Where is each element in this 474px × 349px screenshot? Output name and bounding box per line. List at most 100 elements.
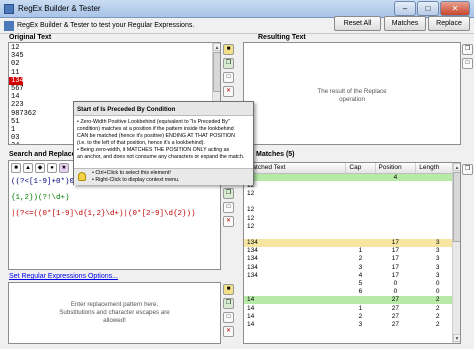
match-cell-pos: 4 xyxy=(375,173,416,182)
regex-element-tooltip: Start of Is Preceded By Condition • Zero… xyxy=(73,101,254,185)
regex-copy-icon[interactable]: ❐ xyxy=(223,188,234,199)
close-button[interactable]: ✕ xyxy=(440,1,470,16)
match-cell-text: 12 xyxy=(247,222,255,230)
tooltip-footer-line2: • Right-Click to display context menu. xyxy=(92,177,180,183)
resulting-placeholder: The result of the Replace operation xyxy=(244,88,460,104)
regex-line-2: {1,2})(?!\d+) xyxy=(11,194,70,202)
match-row[interactable]: 14 4 xyxy=(244,173,460,182)
match-cell-text xyxy=(244,230,346,238)
match-row[interactable]: 134 4 17 3 xyxy=(244,271,460,279)
replacement-open-icon[interactable]: ■ xyxy=(223,284,234,295)
match-row[interactable]: 14 27 2 xyxy=(244,295,460,304)
column-header-matched-text[interactable]: Matched Text xyxy=(244,163,347,174)
column-header-cap[interactable]: Cap xyxy=(345,163,376,174)
match-row[interactable]: 600 xyxy=(244,288,460,296)
resulting-text-area[interactable]: The result of the Replace operation xyxy=(243,42,461,145)
match-row[interactable]: 134 17 3 xyxy=(244,238,460,247)
match-row[interactable] xyxy=(244,230,460,238)
match-row[interactable]: 12 xyxy=(244,222,460,230)
copy-icon[interactable]: ❐ xyxy=(223,58,234,69)
matches-scrollbar[interactable]: ▲ ▼ xyxy=(452,163,460,343)
column-header-position[interactable]: Position xyxy=(375,163,417,174)
match-cell-pos: 17 xyxy=(391,247,400,255)
match-cell-text: 14 xyxy=(244,295,346,304)
scroll-up-arrow-icon[interactable]: ▲ xyxy=(213,43,220,51)
matches-table: Matched Text Cap Position Length 1441212… xyxy=(244,163,460,329)
match-cell-pos: 27 xyxy=(375,295,416,304)
match-cell-pos: 17 xyxy=(391,271,400,279)
match-cell-text: 134 xyxy=(247,255,258,263)
replacement-clear-icon[interactable]: ✕ xyxy=(223,326,234,337)
match-cell-text: 134 xyxy=(247,271,258,279)
match-cell-text: 14 xyxy=(247,312,255,320)
match-row[interactable]: 12 xyxy=(244,214,460,222)
matches-button-label: Matches xyxy=(391,20,419,27)
match-row[interactable]: 14 1 27 2 xyxy=(244,304,460,312)
regex-line-2-text: {1,2})(?!\d+) xyxy=(11,194,70,202)
clear-icon[interactable]: ✕ xyxy=(223,86,234,97)
match-cell-pos xyxy=(375,189,416,197)
tooltip-title: Start of Is Preceded By Condition xyxy=(74,102,253,116)
regex-tool-icon-3[interactable]: ◆ xyxy=(35,163,45,173)
match-cell-pos xyxy=(375,230,416,238)
regex-paste-icon[interactable]: □ xyxy=(223,202,234,213)
match-cell-cap: 6 xyxy=(358,288,363,296)
match-row[interactable]: 14 3 27 2 xyxy=(244,320,460,328)
match-cell-cap xyxy=(345,173,376,182)
resulting-placeholder-line1: The result of the Replace xyxy=(317,88,387,95)
match-row[interactable]: 134 3 17 3 xyxy=(244,263,460,271)
match-cell-pos: 17 xyxy=(391,255,400,263)
replacement-paste-icon[interactable]: □ xyxy=(223,312,234,323)
regex-clear-icon[interactable]: ✕ xyxy=(223,216,234,227)
minimize-button[interactable]: – xyxy=(394,1,416,16)
matches-scroll-thumb[interactable] xyxy=(453,172,460,242)
match-row[interactable]: 12 xyxy=(244,189,460,197)
match-row[interactable]: 12 xyxy=(244,181,460,189)
match-row[interactable]: 14 2 27 2 xyxy=(244,312,460,320)
match-cell-cap xyxy=(346,214,375,222)
result-copy-icon[interactable]: ❐ xyxy=(462,44,473,55)
tooltip-body-line: CAN be matched (hence it's positive) END… xyxy=(77,133,236,139)
match-row[interactable]: 500 xyxy=(244,279,460,287)
match-cell-cap: 5 xyxy=(358,280,363,288)
tooltip-body-line: an anchor, and does not consume any char… xyxy=(77,154,245,160)
match-row[interactable]: 12 xyxy=(244,206,460,214)
matches-scroll-up-icon[interactable]: ▲ xyxy=(453,163,460,171)
replacement-placeholder-line3: allowed! xyxy=(103,317,126,324)
match-cell-text: 134 xyxy=(247,247,258,255)
matches-table-panel[interactable]: Matched Text Cap Position Length 1441212… xyxy=(243,162,461,344)
match-cell-text xyxy=(244,198,346,206)
matches-button[interactable]: Matches xyxy=(384,16,426,31)
original-text-line: 11 xyxy=(11,68,20,77)
regex-tool-icon-2[interactable]: ▲ xyxy=(23,163,33,173)
open-file-icon[interactable]: ■ xyxy=(223,44,234,55)
match-cell-text: 134 xyxy=(244,238,346,247)
regex-line-3: |(?<=((0*[1-9]\d{1,2}\d+)|(0*[2-9]\d{2})… xyxy=(11,210,196,218)
match-cell-cap xyxy=(346,222,375,230)
replacement-copy-icon[interactable]: ❐ xyxy=(223,298,234,309)
original-text-line: 02 xyxy=(11,60,20,69)
result-save-icon[interactable]: □ xyxy=(462,58,473,69)
match-cell-cap xyxy=(345,295,376,304)
match-cell-text xyxy=(244,288,346,296)
maximize-button[interactable]: □ xyxy=(417,1,439,16)
match-cell-pos: 27 xyxy=(391,312,400,320)
regex-tool-icon-1[interactable]: ■ xyxy=(11,163,21,173)
matches-copy-icon[interactable]: ❐ xyxy=(462,164,473,175)
regex-options-link[interactable]: Set Regular Expressions Options... xyxy=(9,273,118,280)
matches-scroll-down-icon[interactable]: ▼ xyxy=(453,334,460,342)
match-row[interactable]: 134 1 17 3 xyxy=(244,247,460,255)
match-row[interactable]: 134 2 17 3 xyxy=(244,255,460,263)
info-icon xyxy=(4,21,14,31)
match-cell-text xyxy=(244,279,346,287)
regex-tool-icon-5[interactable]: ★ xyxy=(59,163,69,173)
match-cell-text: 12 xyxy=(247,214,255,222)
regex-tool-icon-4[interactable]: ● xyxy=(47,163,57,173)
reset-all-button[interactable]: Reset All xyxy=(334,16,381,31)
paste-icon[interactable]: □ xyxy=(223,72,234,83)
scroll-thumb[interactable] xyxy=(213,52,220,92)
resulting-text-label: Resulting Text xyxy=(258,34,306,41)
replace-button[interactable]: Replace xyxy=(428,16,470,31)
match-row[interactable] xyxy=(244,198,460,206)
replacement-input[interactable]: Enter replacement pattern here. Substitu… xyxy=(8,282,221,344)
